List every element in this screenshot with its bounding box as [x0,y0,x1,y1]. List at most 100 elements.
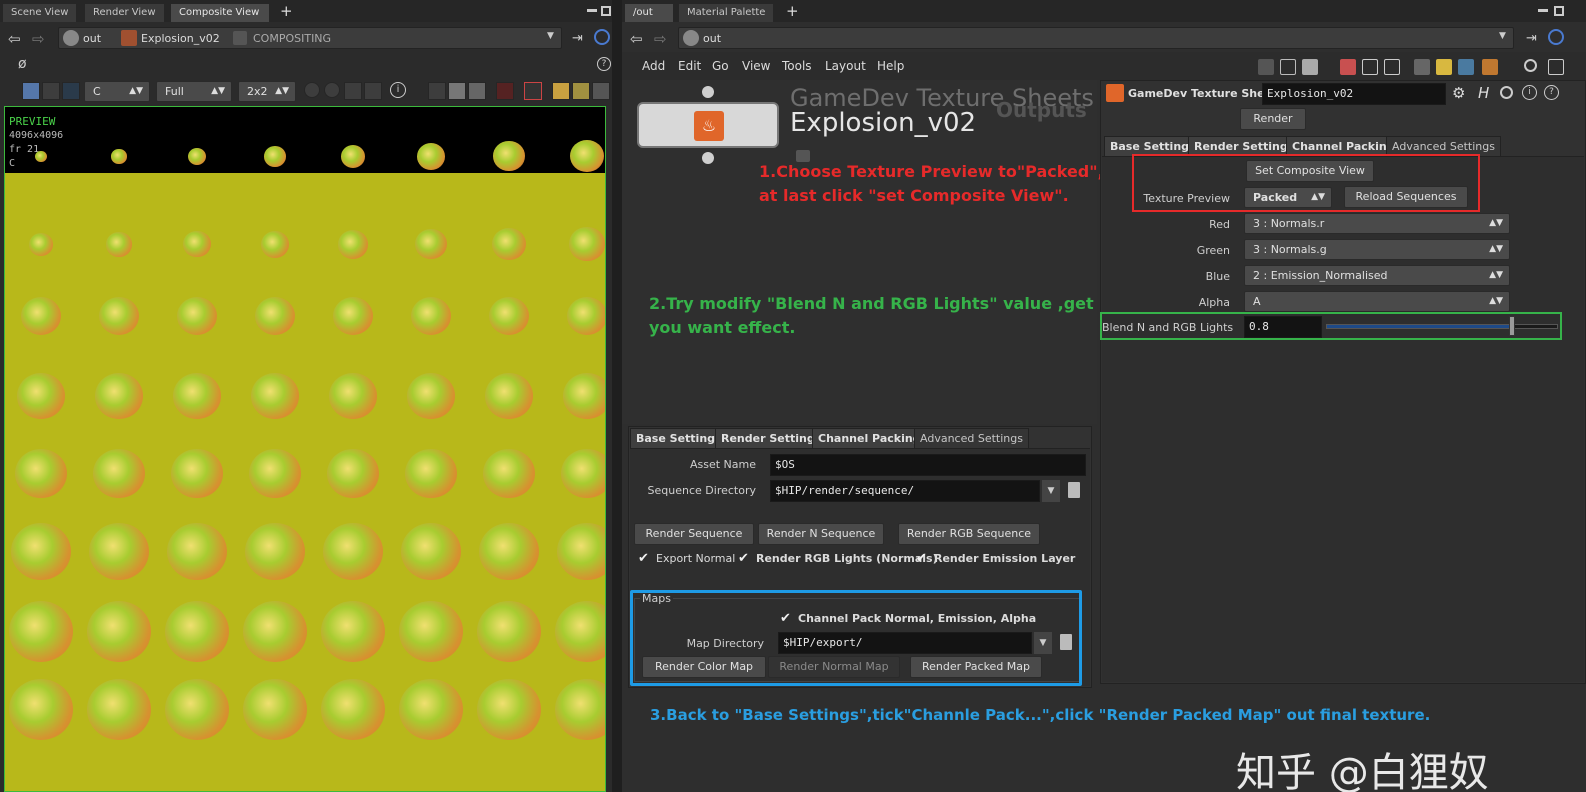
tab-composite-view[interactable]: Composite View [170,3,270,22]
render-rgb-sequence-button[interactable]: Render RGB Sequence [898,523,1040,545]
menu-view[interactable]: View [742,59,770,73]
forward-arrow-icon[interactable]: ⇨ [654,30,667,48]
tab-channel-packing[interactable]: Channel Packing [1286,136,1401,156]
render-n-sequence-button[interactable]: Render N Sequence [758,523,884,545]
pin-icon[interactable]: ⇥ [572,31,583,46]
render-icon[interactable] [496,82,514,100]
lower-tab-base-settings[interactable]: Base Settings [630,428,728,448]
node-body[interactable]: ♨ [637,102,779,148]
lower-tab-advanced-settings[interactable]: Advanced Settings [914,428,1029,448]
render-emission-layer-checkbox[interactable]: ✔ [916,552,929,565]
pane-menu-icon[interactable] [1538,9,1548,12]
network-box-icon[interactable] [1414,59,1430,75]
grid-view-icon[interactable] [572,82,590,100]
gear-icon[interactable]: ⚙ [1452,84,1465,102]
pane-maximize-icon[interactable] [601,6,611,16]
path-dropdown-icon[interactable]: ▼ [547,31,554,41]
path-node[interactable]: Explosion_v02 [141,32,220,45]
path-root[interactable]: out [83,32,101,45]
blue-channel-select[interactable]: 2 : Emission_Normalised ▲▼ [1244,265,1510,286]
render-button[interactable]: Render [1240,108,1306,130]
tab-render-view[interactable]: Render View [84,3,165,22]
export-normal-checkbox[interactable]: ✔ [638,552,651,565]
tab-out[interactable]: /out [624,3,674,22]
tab-advanced-settings[interactable]: Advanced Settings [1386,136,1501,156]
left-path-bar[interactable]: out Explosion_v02 COMPOSITING ▼ [58,27,562,49]
zoom-in-icon[interactable] [304,82,320,98]
render-sequence-button[interactable]: Render Sequence [634,523,754,545]
note-icon[interactable] [1280,59,1296,75]
tab-scene-view[interactable]: Scene View [2,3,78,22]
param-info-icon[interactable]: i [1522,85,1537,100]
sequence-directory-dropdown-icon[interactable]: ▼ [1042,480,1060,502]
tab-render-settings[interactable]: Render Settings [1188,136,1301,156]
pin-icon[interactable]: ⇥ [1526,31,1537,46]
menu-tools[interactable]: Tools [782,59,812,73]
checker-icon[interactable] [552,82,570,100]
lower-tab-render-settings[interactable]: Render Settings [715,428,828,448]
node-input-connector[interactable] [702,86,714,98]
frame-all-icon[interactable] [364,82,382,100]
node-output-connector[interactable] [702,152,714,164]
menu-go[interactable]: Go [712,59,729,73]
add-tab-icon[interactable]: + [786,2,799,20]
menu-add[interactable]: Add [642,59,665,73]
path-context[interactable]: COMPOSITING [253,32,331,45]
right-path-bar[interactable]: out ▼ [678,27,1514,49]
grid-icon[interactable] [1362,59,1378,75]
magnet-icon[interactable] [524,82,542,100]
param-header-name-field[interactable]: Explosion_v02 [1262,83,1446,105]
tab-material-palette[interactable]: Material Palette [678,3,775,22]
layer-window-icon[interactable] [468,82,486,100]
info-icon[interactable]: i [390,82,406,98]
list-icon[interactable] [1302,59,1318,75]
menu-layout[interactable]: Layout [825,59,866,73]
bucket-icon[interactable] [1482,59,1498,75]
home-icon[interactable] [344,82,362,100]
sequence-directory-field[interactable]: $HIP/render/sequence/ [770,480,1040,502]
asset-name-field[interactable]: $OS [770,454,1086,476]
help-icon[interactable]: ? [597,57,611,71]
param-search-icon[interactable] [1500,86,1513,99]
render-rgb-lights-checkbox[interactable]: ✔ [738,552,751,565]
display-window-icon[interactable] [428,82,446,100]
tab-base-settings[interactable]: Base Settings [1104,136,1202,156]
composite-canvas[interactable]: PREVIEW 4096x4096 fr 21 C [4,106,606,792]
sticky-note-icon[interactable] [1436,59,1452,75]
pane-splitter[interactable] [612,0,622,792]
image-window-icon[interactable] [448,82,466,100]
add-tab-icon[interactable]: + [280,2,293,20]
path-dropdown-icon[interactable]: ▼ [1499,31,1506,41]
search-icon[interactable] [1524,59,1537,72]
tools-icon[interactable] [1258,59,1274,75]
zoom-out-icon[interactable] [324,82,340,98]
alpha-channel-select[interactable]: A ▲▼ [1244,291,1510,312]
red-channel-select[interactable]: 3 : Normals.r ▲▼ [1244,213,1510,234]
resolution-select[interactable]: Full ▲▼ [156,81,232,102]
view-mode-icon[interactable] [22,82,40,100]
channel-select[interactable]: C ▲▼ [84,81,150,102]
flag-icon[interactable] [1384,59,1400,75]
param-help-icon[interactable]: ? [1544,85,1559,100]
lower-tab-channel-packing[interactable]: Channel Packing [812,428,927,448]
image-icon[interactable] [1458,59,1474,75]
display-options-icon[interactable] [1548,59,1564,75]
menu-help[interactable]: Help [877,59,904,73]
link-icon[interactable] [594,29,610,45]
menu-edit[interactable]: Edit [678,59,701,73]
path-root[interactable]: out [703,32,721,45]
back-arrow-icon[interactable]: ⇦ [630,30,643,48]
pane-menu-icon[interactable] [587,9,597,12]
link-icon[interactable] [1548,29,1564,45]
folder-browse-icon[interactable] [1068,482,1080,498]
quad-view-icon[interactable] [592,82,610,100]
pane-maximize-icon[interactable] [1554,6,1564,16]
back-arrow-icon[interactable]: ⇦ [8,30,21,48]
mask-icon[interactable] [62,82,80,100]
network-editor[interactable]: GameDev Texture Sheets Outputs Explosion… [622,80,1097,424]
display-mode-icon[interactable] [42,82,60,100]
help-h-icon[interactable]: H [1478,84,1489,102]
grid-select[interactable]: 2x2 ▲▼ [238,81,296,102]
forward-arrow-icon[interactable]: ⇨ [32,30,45,48]
palette-icon[interactable] [1340,59,1356,75]
